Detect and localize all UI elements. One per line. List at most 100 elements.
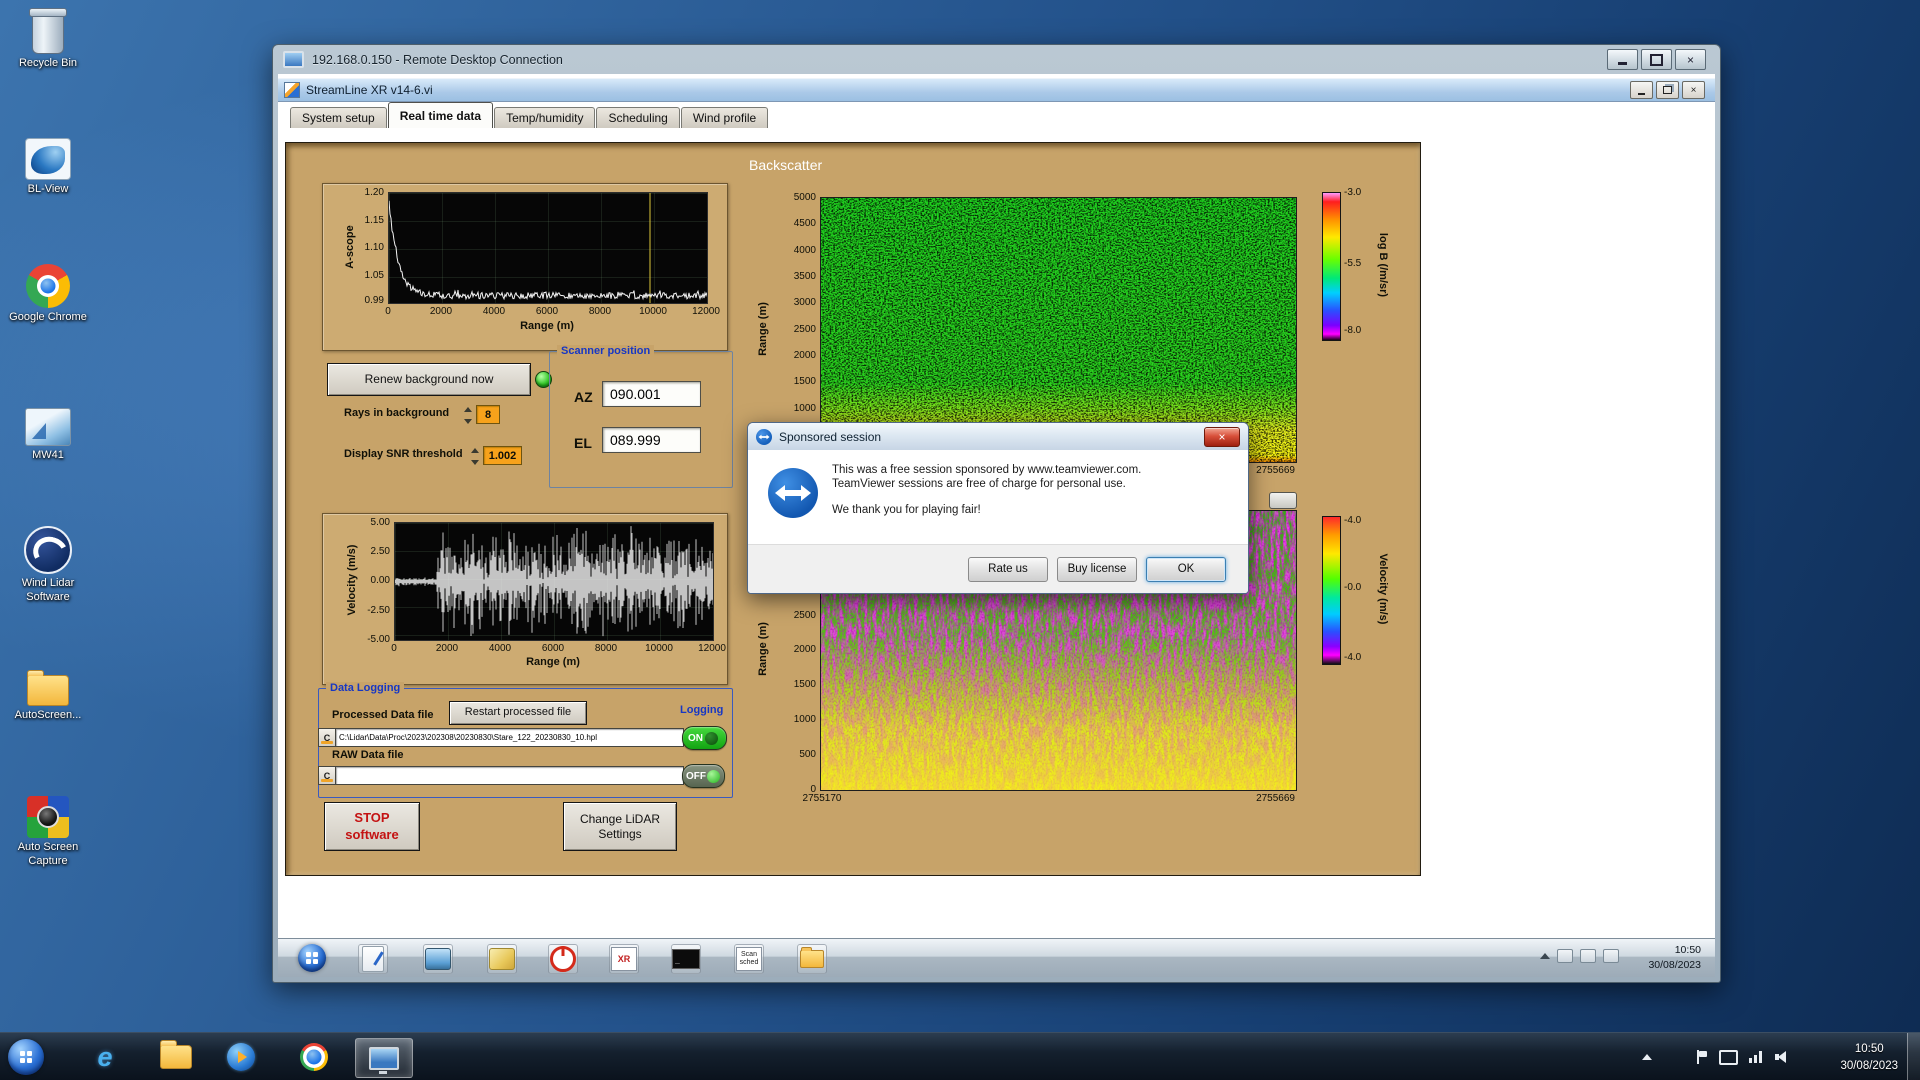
tray-expand-icon[interactable]	[1642, 1054, 1652, 1060]
rdp-maximize-button[interactable]	[1641, 49, 1672, 70]
backscatter-ytick: 4000	[793, 245, 816, 256]
tab-temp-humidity[interactable]: Temp/humidity	[494, 107, 596, 128]
chrome-icon	[26, 264, 70, 308]
backscatter-title: Backscatter	[749, 157, 823, 173]
ascope-xtick: 10000	[639, 306, 667, 317]
rdp-minimize-button[interactable]	[1607, 49, 1638, 70]
app-minimize-button[interactable]	[1630, 81, 1653, 99]
remote-clock[interactable]: 10:50 30/08/2023	[1648, 943, 1701, 973]
rays-value-field[interactable]: 8	[476, 405, 500, 424]
velocity-colorbar-tick: -4.0	[1344, 652, 1362, 663]
backscatter-colorbar-label: log B (/m/sr)	[1377, 232, 1389, 298]
tab-scheduling[interactable]: Scheduling	[596, 107, 680, 128]
dialog-titlebar[interactable]: Sponsored session ×	[748, 423, 1248, 451]
ascope-xlabel: Range (m)	[520, 320, 574, 332]
volume-icon[interactable]	[1580, 949, 1596, 963]
restart-processed-file-button[interactable]: Restart processed file	[449, 701, 587, 725]
raw-path-browse-button[interactable]: C	[318, 766, 336, 785]
raw-path-field[interactable]	[335, 766, 684, 785]
desktop-icon-recycle-bin[interactable]: Recycle Bin	[2, 8, 94, 71]
map-taskbar-button[interactable]	[487, 944, 517, 974]
explorer-taskbar-button[interactable]	[797, 944, 827, 974]
off-label: OFF	[686, 770, 706, 782]
start-button[interactable]	[8, 1039, 44, 1075]
show-desktop-button[interactable]	[1907, 1033, 1920, 1080]
ascope-ytick: 1.05	[364, 270, 384, 281]
map-icon	[489, 948, 515, 970]
snr-spinner[interactable]	[469, 446, 480, 467]
velocity-xtick: 2755170	[802, 793, 842, 804]
app-close-button[interactable]: ×	[1682, 81, 1705, 99]
desktop-icon-autoscreen[interactable]: AutoScreen...	[2, 660, 94, 723]
rdp-taskbar-button[interactable]	[355, 1038, 413, 1078]
tab-label: Wind profile	[692, 111, 757, 125]
rdp-close-button[interactable]: ×	[1675, 49, 1706, 70]
on-label: ON	[688, 732, 703, 744]
vscope-xtick: 6000	[541, 643, 565, 654]
vscope-xtick: 12000	[698, 643, 726, 654]
explorer-taskbar-button[interactable]	[153, 1038, 199, 1076]
scan-scheduler-taskbar-button[interactable]: Scan sched	[734, 944, 764, 974]
display-icon	[425, 948, 451, 970]
tray-expand-icon[interactable]	[1540, 953, 1550, 959]
remote-taskbar: XR _ Scan sched 10:50 30/08/2023	[278, 938, 1715, 977]
renew-background-button[interactable]: Renew background now	[327, 363, 531, 396]
ie-taskbar-button[interactable]: e	[82, 1038, 128, 1076]
backscatter-ytick: 2000	[793, 350, 816, 361]
host-clock[interactable]: 10:50 30/08/2023	[1840, 1041, 1898, 1074]
command-prompt-taskbar-button[interactable]: _	[671, 944, 701, 974]
rays-spinner[interactable]	[462, 405, 473, 426]
tab-wind-profile[interactable]: Wind profile	[680, 107, 769, 128]
desktop-icon-label: Google Chrome	[9, 311, 87, 323]
logging-on-toggle[interactable]: ON	[682, 726, 727, 750]
desktop-icon-auto-screen-capture[interactable]: Auto Screen Capture	[2, 792, 94, 869]
stop-software-button[interactable]: STOP software	[324, 802, 420, 851]
processed-path-field[interactable]: C:\Lidar\Data\Proc\2023\202308\20230830\…	[335, 728, 684, 747]
desktop-icon-google-chrome[interactable]: Google Chrome	[2, 262, 94, 325]
backscatter-ytick: 4500	[793, 218, 816, 229]
tab-strip: System setup Real time data Temp/humidit…	[285, 102, 1424, 128]
display-tray-icon[interactable]	[1719, 1049, 1738, 1065]
journal-taskbar-button[interactable]	[358, 944, 388, 974]
processed-path-browse-button[interactable]: C	[318, 728, 336, 747]
snr-value-field[interactable]: 1.002	[483, 446, 522, 465]
app-title: StreamLine XR v14-6.vi	[306, 83, 433, 97]
el-value-field[interactable]: 089.999	[602, 427, 701, 453]
network-icon[interactable]	[1603, 949, 1619, 963]
app-titlebar[interactable]: StreamLine XR v14-6.vi ×	[278, 78, 1715, 102]
desktop-icon-label: AutoScreen...	[14, 709, 82, 721]
ascope-xtick: 4000	[482, 306, 506, 317]
network-icon[interactable]	[1749, 1051, 1764, 1063]
remote-clock-date: 30/08/2023	[1648, 959, 1701, 972]
media-player-taskbar-button[interactable]	[218, 1038, 264, 1076]
slider-knob[interactable]	[1269, 492, 1297, 509]
backscatter-ylabel: Range (m)	[757, 302, 769, 356]
rdp-titlebar[interactable]: 192.168.0.150 - Remote Desktop Connectio…	[273, 45, 1720, 74]
ok-button[interactable]: OK	[1146, 556, 1226, 582]
change-lidar-settings-button[interactable]: Change LiDAR Settings	[563, 802, 677, 851]
az-value-field[interactable]: 090.001	[602, 381, 701, 407]
dialog-body: This was a free session sponsored by www…	[748, 450, 1248, 545]
desktop-icon-wind-lidar[interactable]: Wind Lidar Software	[2, 526, 94, 605]
tab-real-time-data[interactable]: Real time data	[387, 102, 494, 128]
action-center-flag-icon[interactable]	[1696, 1050, 1708, 1064]
velocity-ytick: 2500	[793, 610, 816, 621]
dialog-close-button[interactable]: ×	[1204, 426, 1240, 447]
buy-license-button[interactable]: Buy license	[1057, 556, 1137, 582]
display-taskbar-button[interactable]	[423, 944, 453, 974]
rate-us-button[interactable]: Rate us	[968, 556, 1048, 582]
app-restore-button[interactable]	[1656, 81, 1679, 99]
input-indicator-icon[interactable]	[1557, 949, 1573, 963]
volume-icon[interactable]	[1775, 1051, 1790, 1063]
power-off-taskbar-button[interactable]	[548, 944, 578, 974]
streamline-xr-taskbar-button[interactable]: XR	[609, 944, 639, 974]
remote-start-button[interactable]	[298, 944, 326, 972]
tab-system-setup[interactable]: System setup	[290, 107, 387, 128]
desktop-icon-bl-view[interactable]: BL-View	[2, 134, 94, 197]
rays-in-background-label: Rays in background	[344, 407, 450, 419]
chrome-taskbar-button[interactable]	[291, 1038, 337, 1076]
raw-off-toggle[interactable]: OFF	[682, 764, 725, 788]
desktop-icon-mw41[interactable]: MW41	[2, 400, 94, 463]
tab-label: Real time data	[399, 108, 482, 123]
ascope-xtick: 2000	[429, 306, 453, 317]
